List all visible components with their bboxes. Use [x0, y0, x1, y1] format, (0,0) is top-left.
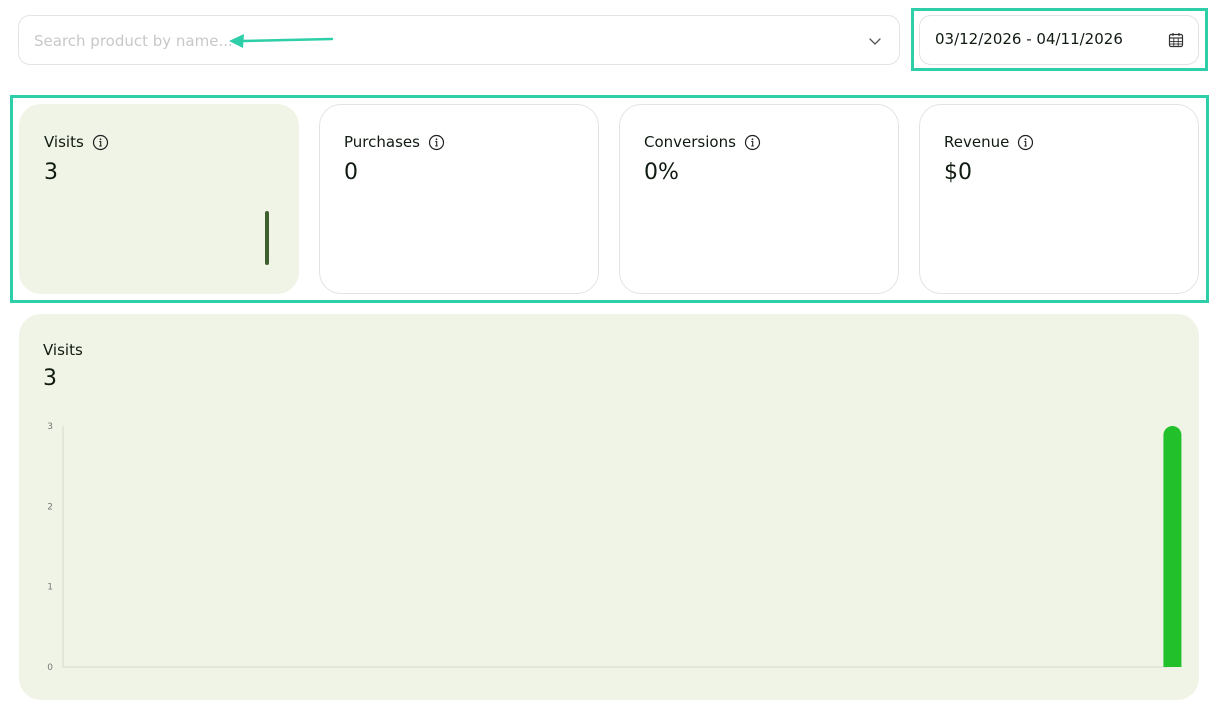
- info-icon[interactable]: [744, 134, 761, 151]
- visits-bar-chart: 0 1 2 3: [47, 422, 1182, 673]
- info-icon[interactable]: [1017, 134, 1034, 151]
- metric-value: 3: [44, 160, 58, 185]
- search-input[interactable]: [34, 30, 834, 52]
- metric-label: Revenue: [944, 133, 1010, 151]
- info-icon[interactable]: [428, 134, 445, 151]
- product-search-combobox[interactable]: [18, 15, 900, 65]
- y-tick-label: 2: [47, 502, 53, 512]
- metric-card-conversions[interactable]: Conversions 0%: [619, 104, 899, 294]
- metric-value: 0: [344, 160, 358, 185]
- metric-label: Conversions: [644, 133, 736, 151]
- info-icon[interactable]: [92, 134, 109, 151]
- metric-card-visits[interactable]: Visits 3: [19, 104, 299, 294]
- metric-value: $0: [944, 160, 972, 185]
- metric-card-revenue[interactable]: Revenue $0: [919, 104, 1199, 294]
- y-tick-label: 0: [47, 663, 53, 673]
- visits-sparkline-bar: [265, 211, 269, 265]
- metric-label: Purchases: [344, 133, 420, 151]
- date-range-picker[interactable]: 03/12/2026 - 04/11/2026: [919, 15, 1199, 65]
- y-tick-label: 3: [47, 422, 53, 432]
- visits-chart-panel: Visits 3 0123: [19, 314, 1199, 700]
- chart-bar[interactable]: [1163, 426, 1182, 667]
- y-tick-label: 1: [47, 583, 53, 593]
- metric-card-purchases[interactable]: Purchases 0: [319, 104, 599, 294]
- metric-label: Visits: [44, 133, 84, 151]
- metric-value: 0%: [644, 160, 679, 185]
- annotation-arrow-icon: [229, 34, 334, 48]
- date-range-value: 03/12/2026 - 04/11/2026: [935, 30, 1123, 48]
- chevron-down-icon[interactable]: [868, 34, 882, 48]
- calendar-icon[interactable]: [1168, 32, 1184, 48]
